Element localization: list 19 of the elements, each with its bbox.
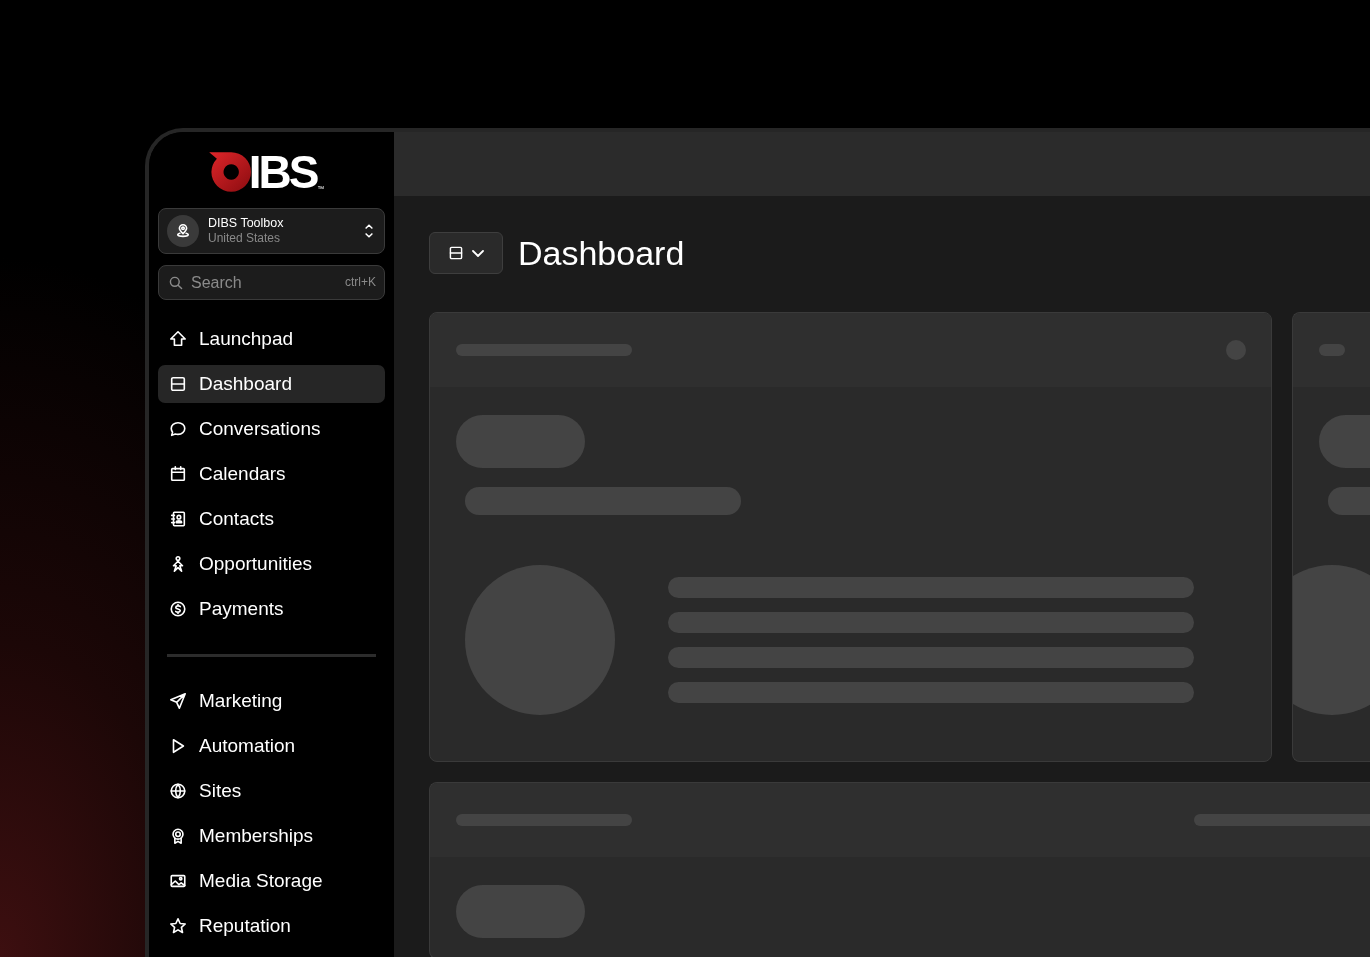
account-name: DIBS Toolbox <box>208 216 285 231</box>
nav-item[interactable]: Payments <box>158 590 385 628</box>
nav-item[interactable]: Reputation <box>158 907 385 945</box>
nav-item[interactable]: Marketing <box>158 682 385 720</box>
nav-item[interactable]: Contacts <box>158 500 385 538</box>
account-switcher[interactable]: DIBS Toolbox United States <box>158 208 385 254</box>
nav-item[interactable]: Opportunities <box>158 545 385 583</box>
nav-item[interactable]: Memberships <box>158 817 385 855</box>
nav-item[interactable]: Calendars <box>158 455 385 493</box>
account-location: United States <box>208 231 282 246</box>
nav-item[interactable]: Launchpad <box>158 320 385 358</box>
nav-item[interactable]: Sites <box>158 772 385 810</box>
nav-item[interactable]: Dashboard <box>158 365 385 403</box>
nav-item[interactable]: Automation <box>158 727 385 765</box>
page-title: Dashboard <box>518 233 685 273</box>
nav-item[interactable]: Conversations <box>158 410 385 448</box>
nav-item[interactable]: Media Storage <box>158 862 385 900</box>
logo-wordmark: IBS <box>248 150 317 194</box>
keyboard-shortcut: ctrl+K <box>345 275 376 289</box>
